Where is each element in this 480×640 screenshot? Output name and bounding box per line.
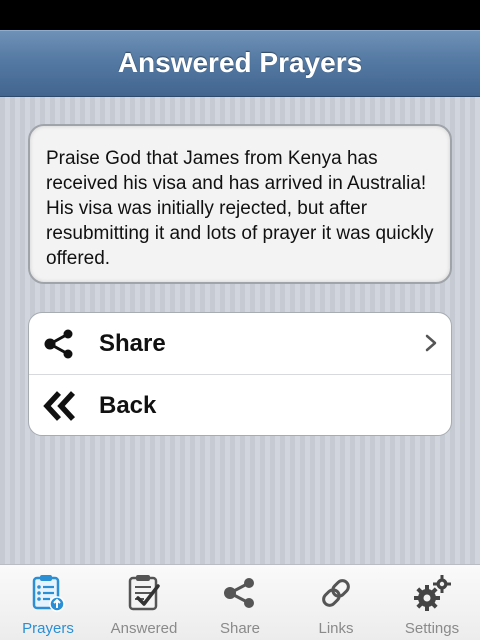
share-button[interactable]: Share — [29, 313, 451, 374]
page-title: Answered Prayers — [117, 47, 363, 78]
tab-share[interactable]: Share — [192, 565, 288, 640]
tab-bar: Prayers Answered Share Links Settings — [0, 564, 480, 640]
gears-icon — [412, 573, 452, 613]
tab-links[interactable]: Links — [288, 565, 384, 640]
answered-checklist-icon — [124, 573, 164, 613]
prayer-message-card: Praise God that James from Kenya has rec… — [28, 124, 452, 284]
status-bar — [0, 0, 480, 30]
tab-settings[interactable]: Settings — [384, 565, 480, 640]
tab-settings-label: Settings — [404, 620, 460, 637]
link-icon — [316, 573, 356, 613]
action-list: Share Back — [28, 312, 452, 436]
share-icon — [220, 573, 260, 613]
prayer-list-icon — [28, 573, 68, 613]
navigation-bar: Answered Prayers — [0, 30, 480, 97]
tab-prayers[interactable]: Prayers — [0, 565, 96, 640]
double-chevron-left-icon — [41, 389, 79, 423]
tab-answered[interactable]: Answered — [96, 565, 192, 640]
back-button-label: Back — [99, 391, 157, 419]
tab-prayers-label: Prayers — [22, 620, 74, 637]
chevron-right-icon — [423, 333, 439, 353]
back-button[interactable]: Back — [29, 374, 451, 435]
prayer-message-text: Praise God that James from Kenya has rec… — [46, 148, 434, 269]
tab-links-label: Links — [318, 620, 354, 637]
tab-answered-label: Answered — [110, 620, 178, 637]
share-button-label: Share — [99, 329, 166, 357]
share-icon — [41, 327, 79, 361]
tab-share-label: Share — [219, 620, 261, 637]
